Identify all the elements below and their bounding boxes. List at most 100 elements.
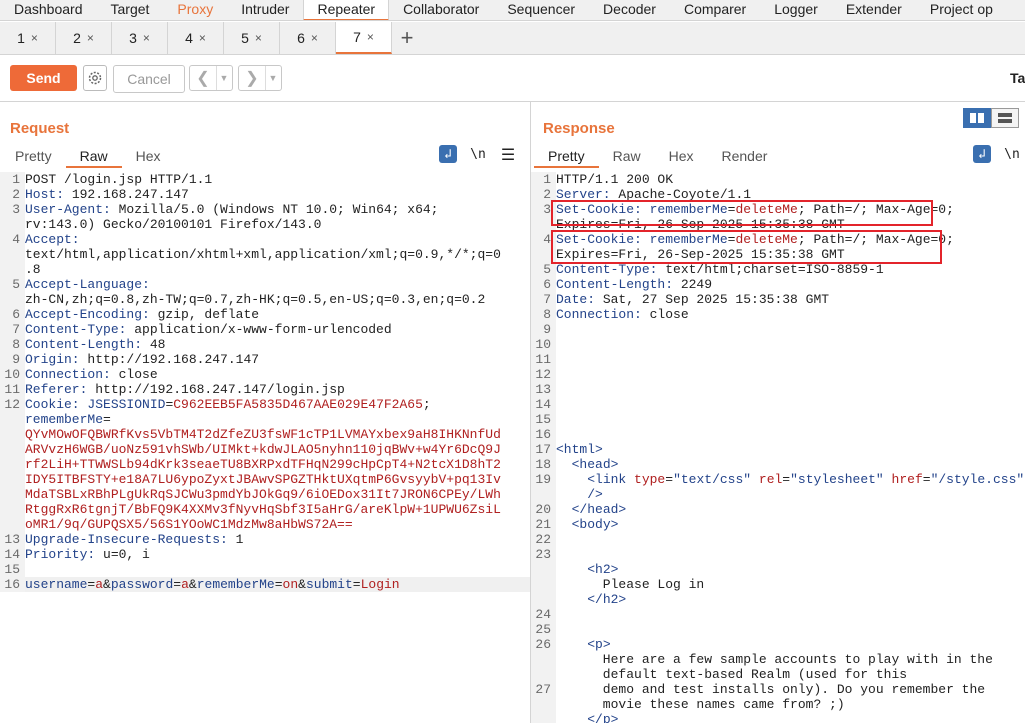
wrap-lines-icon[interactable]: ↲ [973,145,991,163]
line-number [531,592,556,607]
token: Please Log in [556,577,705,592]
nav-comparer[interactable]: Comparer [670,0,760,20]
line-number [0,472,25,487]
tab-pretty[interactable]: Pretty [534,146,599,168]
tab-5[interactable]: 5 × [224,22,280,54]
layout-toggle[interactable] [963,108,1019,128]
token: default text-based Realm (used for this [556,667,908,682]
nav-target[interactable]: Target [97,0,164,20]
tab-hex[interactable]: Hex [122,146,175,168]
chevron-right-icon[interactable]: ❯ [239,68,265,88]
code-line: 9 [531,322,1025,337]
close-icon[interactable]: × [367,30,374,44]
newline-toggle[interactable]: \n [1003,145,1021,163]
nav-extender[interactable]: Extender [832,0,916,20]
request-editor[interactable]: 1 POST /login.jsp HTTP/1.1 2 Host: 192.168.… [0,172,530,723]
token: POST /login.jsp HTTP/1.1 [25,172,213,187]
line-number: 1 [0,172,25,187]
tab-hex[interactable]: Hex [655,146,708,168]
tab-7[interactable]: 7 × [336,22,392,54]
close-icon[interactable]: × [199,31,206,45]
top-nav: Dashboard Target Proxy Intruder Repeater Coll… [0,0,1025,21]
token: http://192.168.247.147/login.jsp [95,382,345,397]
nav-sequencer[interactable]: Sequencer [493,0,589,20]
tab-label: 6 [297,30,305,46]
tab-render[interactable]: Render [708,146,782,168]
token: a [95,577,104,592]
tab-pretty[interactable]: Pretty [1,146,66,168]
code-line: </h2> [531,592,1025,607]
token: Referer: [25,382,96,397]
tab-raw[interactable]: Raw [65,146,122,168]
forward-nav[interactable]: ❯ ▼ [238,65,282,91]
tab-3[interactable]: 3 × [112,22,168,54]
line-number: 7 [0,322,25,337]
line-number: 18 [531,457,556,472]
close-icon[interactable]: × [311,31,318,45]
close-icon[interactable]: × [31,31,38,45]
line-number [0,217,25,232]
line-number: 10 [531,337,556,352]
tab-4[interactable]: 4 × [168,22,224,54]
code-line: 18 <head> [531,457,1025,472]
nav-proxy[interactable]: Proxy [163,0,227,20]
wrap-lines-icon[interactable]: ↲ [439,145,457,163]
token: </p> [587,712,619,723]
nav-project-op[interactable]: Project op [916,0,1007,20]
send-button[interactable]: Send [10,65,77,91]
token: ARVvzH6WGB/uoNz591vhSWb/UIMkt+kdwJLAO5ny… [25,442,501,457]
tab-1[interactable]: 1 × [0,22,56,54]
token: u=0, i [103,547,150,562]
token: 48 [149,337,166,352]
tab-2[interactable]: 2 × [56,22,112,54]
target-label[interactable]: Ta [1010,70,1025,86]
tab-raw[interactable]: Raw [599,146,655,168]
back-nav[interactable]: ❮ ▼ [189,65,233,91]
close-icon[interactable]: × [143,31,150,45]
token: Upgrade-Insecure-Requests: [25,532,236,547]
token: <link [587,472,635,487]
menu-icon[interactable]: ☰ [499,145,517,164]
line-number [531,697,556,712]
code-line: 15 [0,562,530,577]
nav-dashboard[interactable]: Dashboard [0,0,97,20]
token: = [352,577,361,592]
line-text: </h2> [556,592,1025,607]
nav-repeater[interactable]: Repeater [303,0,390,20]
line-number [0,427,25,442]
token: "text/css" [673,472,752,487]
cancel-button[interactable]: Cancel [113,65,185,93]
line-number: 5 [531,262,556,277]
tab-6[interactable]: 6 × [280,22,336,54]
close-icon[interactable]: × [87,31,94,45]
token: Mozilla/5.0 (Windows NT 10.0; Win64; x64… [118,202,439,217]
chevron-down-icon[interactable]: ▼ [265,66,280,90]
line-number: 9 [531,322,556,337]
nav-collaborator[interactable]: Collaborator [389,0,493,20]
settings-button[interactable] [83,65,107,91]
split-view-icon[interactable] [963,108,991,128]
line-number: 11 [0,382,25,397]
tab-label: 5 [241,30,249,46]
close-icon[interactable]: × [255,31,262,45]
chevron-left-icon[interactable]: ❮ [190,68,216,88]
chevron-down-icon[interactable]: ▼ [216,66,231,90]
line-text: rf2LiH+TTWWSLb94dKrk3seaeTU8BXRPxdTFHqN2… [25,457,530,472]
token: QYvMOwOFQBWRfKvs5VbTM4T2dZfeZU3fsWF1cTP1… [25,427,501,442]
line-text: Accept-Language: [25,277,530,292]
line-number: 1 [531,172,556,187]
line-text: Priority: u=0, i [25,547,530,562]
add-tab-icon[interactable]: + [392,22,422,54]
token: <head> [571,457,619,472]
nav-intruder[interactable]: Intruder [227,0,303,20]
line-text [556,367,1025,382]
nav-decoder[interactable]: Decoder [589,0,670,20]
line-number: 11 [531,352,556,367]
token: "/style.css" [930,472,1025,487]
nav-logger[interactable]: Logger [760,0,832,20]
code-line: 21 <body> [531,517,1025,532]
newline-toggle[interactable]: \n [469,145,487,163]
stacked-view-icon[interactable] [991,108,1019,128]
